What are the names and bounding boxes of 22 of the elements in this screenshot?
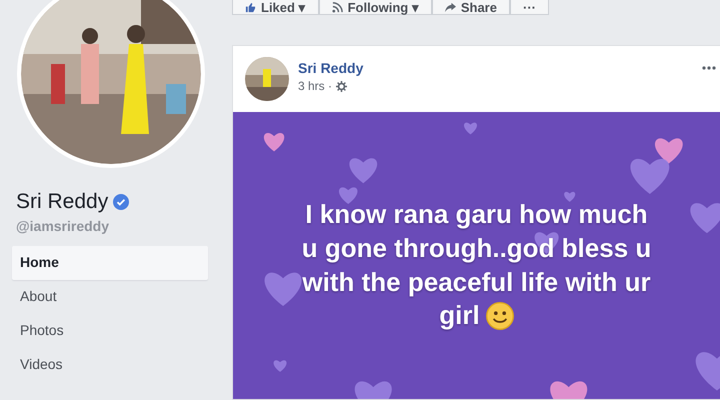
nav-item[interactable]: About (12, 280, 208, 314)
post-time: 3 hrs · (298, 79, 332, 93)
action-button[interactable]: ··· (510, 0, 549, 15)
action-button[interactable]: Liked ▾ (232, 0, 319, 15)
more-options-icon[interactable] (702, 66, 716, 70)
post-text-line: girl (439, 299, 480, 332)
smiley-icon (486, 302, 514, 330)
username: @iamsrireddy (15, 218, 110, 234)
gear-icon (336, 80, 348, 92)
post-text-line: u gone through..god bless u (302, 232, 652, 265)
share-icon (444, 2, 456, 12)
author-link[interactable]: Sri Reddy (298, 60, 364, 76)
nav-item[interactable]: Home (12, 246, 208, 280)
page-name: Sri Reddy (16, 190, 108, 214)
nav-item[interactable]: Videos (12, 348, 208, 382)
feed-icon (332, 2, 343, 12)
thumbs-up-icon (245, 2, 256, 12)
action-button[interactable]: Share (432, 0, 510, 15)
nav-item[interactable]: Photos (12, 314, 208, 348)
action-button[interactable]: Following ▾ (318, 0, 432, 15)
post-text-line: with the peaceful life with ur (302, 266, 651, 298)
post-text-line: I know rana garu how much (305, 198, 648, 231)
